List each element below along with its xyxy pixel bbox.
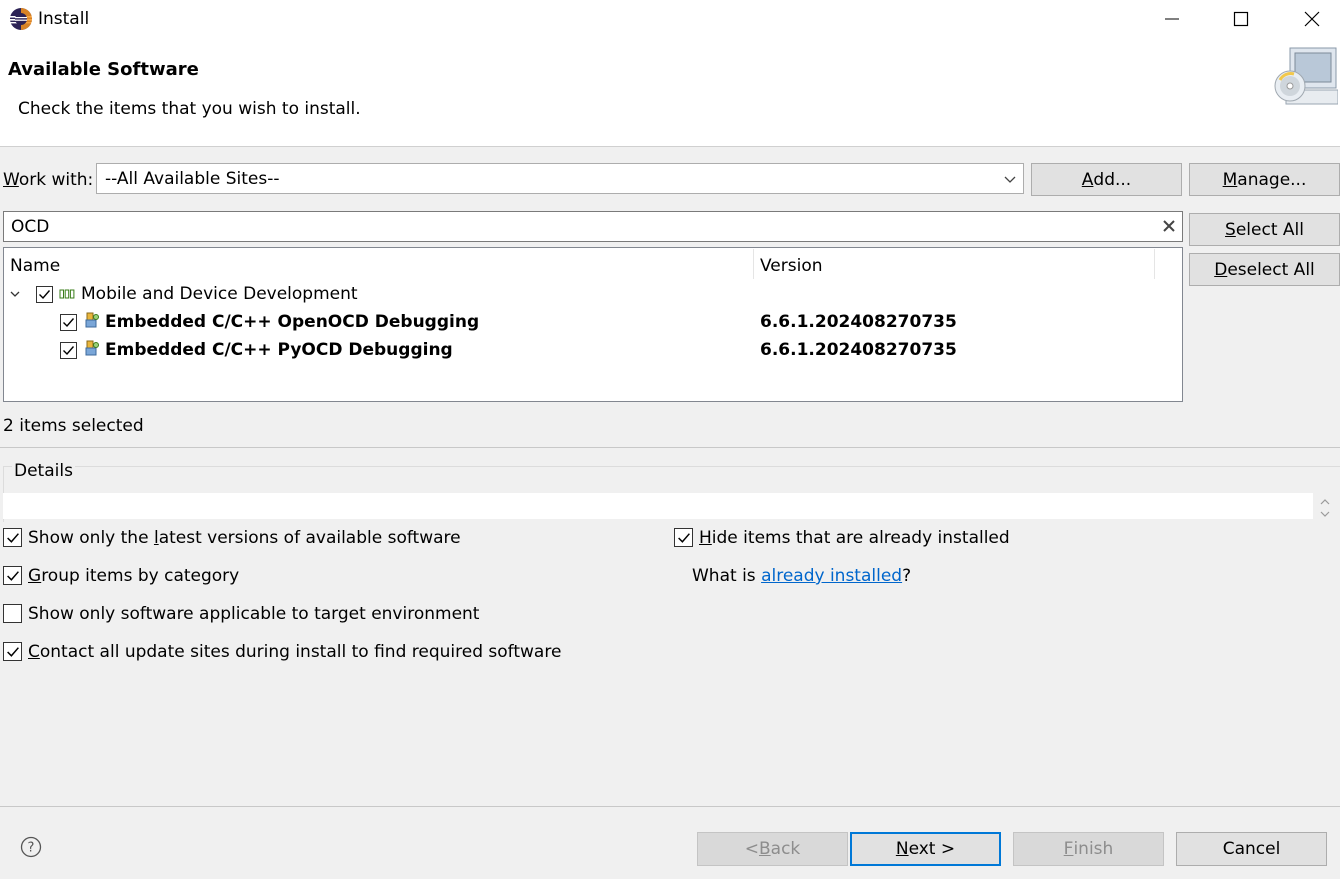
deselect-all-button[interactable]: Deselect All bbox=[1189, 253, 1340, 286]
option-label: Show only software applicable to target … bbox=[28, 604, 480, 624]
column-header-version[interactable]: Version bbox=[760, 256, 823, 276]
page-description: Check the items that you wish to install… bbox=[18, 99, 361, 119]
work-with-combo[interactable]: --All Available Sites-- bbox=[96, 163, 1024, 194]
back-button[interactable]: < Back bbox=[697, 832, 848, 866]
selection-status: 2 items selected bbox=[3, 416, 144, 436]
wizard-header: Available Software Check the items that … bbox=[0, 38, 1340, 147]
plugin-icon bbox=[85, 312, 99, 328]
title-bar: Install bbox=[0, 0, 1340, 38]
footer-divider bbox=[0, 806, 1340, 807]
category-label: Mobile and Device Development bbox=[81, 284, 358, 304]
option-label: Hide items that are already installed bbox=[699, 528, 1010, 548]
tree-row-item[interactable]: Embedded C/C++ OpenOCD Debugging 6.6.1.2… bbox=[4, 308, 1180, 336]
maximize-icon bbox=[1233, 11, 1249, 27]
close-button[interactable] bbox=[1284, 0, 1340, 38]
checkmark-icon bbox=[63, 346, 75, 356]
checkmark-icon bbox=[677, 532, 690, 543]
chevron-down-icon[interactable] bbox=[9, 288, 21, 300]
software-tree[interactable]: Name Version Mobile and Device Developme… bbox=[3, 247, 1183, 402]
item-checkbox[interactable] bbox=[60, 314, 77, 331]
window-title: Install bbox=[38, 9, 90, 29]
close-icon bbox=[1304, 11, 1320, 27]
tree-row-category[interactable]: Mobile and Device Development bbox=[4, 280, 1180, 308]
already-installed-link[interactable]: already installed bbox=[761, 566, 902, 586]
already-installed-row: What is already installed? bbox=[692, 566, 911, 586]
work-with-value: --All Available Sites-- bbox=[105, 169, 280, 189]
question-mark-text: ? bbox=[902, 566, 912, 586]
checkbox[interactable] bbox=[3, 528, 22, 547]
option-label: Contact all update sites during install … bbox=[28, 642, 562, 662]
what-is-text: What is bbox=[692, 566, 762, 586]
plugin-icon bbox=[85, 340, 99, 356]
page-title: Available Software bbox=[8, 59, 199, 80]
checkmark-icon bbox=[63, 318, 75, 328]
column-header-name[interactable]: Name bbox=[10, 256, 60, 276]
item-version: 6.6.1.202408270735 bbox=[760, 312, 957, 332]
divider bbox=[0, 447, 1340, 448]
column-divider[interactable] bbox=[1154, 249, 1155, 279]
add-site-button[interactable]: Add... bbox=[1031, 163, 1182, 196]
checkbox[interactable] bbox=[3, 604, 22, 623]
cancel-button[interactable]: Cancel bbox=[1176, 832, 1327, 866]
clear-icon[interactable] bbox=[1162, 219, 1176, 233]
category-icon bbox=[59, 289, 75, 299]
checkbox[interactable] bbox=[3, 642, 22, 661]
item-name: Embedded C/C++ PyOCD Debugging bbox=[105, 340, 453, 360]
details-label: Details bbox=[12, 461, 75, 481]
manage-sites-button[interactable]: Manage... bbox=[1189, 163, 1340, 196]
minimize-icon bbox=[1165, 18, 1179, 20]
option-label: Group items by category bbox=[28, 566, 240, 586]
item-checkbox[interactable] bbox=[60, 342, 77, 359]
category-checkbox[interactable] bbox=[36, 286, 53, 303]
filter-value: OCD bbox=[11, 217, 50, 237]
scroll-arrows-icon[interactable] bbox=[1318, 495, 1332, 521]
finish-button[interactable]: Finish bbox=[1013, 832, 1164, 866]
item-version: 6.6.1.202408270735 bbox=[760, 340, 957, 360]
checkmark-icon bbox=[6, 646, 19, 657]
help-icon[interactable]: ? bbox=[20, 836, 42, 858]
option-label: Show only the latest versions of availab… bbox=[28, 528, 461, 548]
install-computer-icon bbox=[1274, 47, 1338, 105]
work-with-label: Work with: bbox=[3, 170, 94, 190]
details-text[interactable] bbox=[3, 493, 1313, 519]
eclipse-logo-icon bbox=[10, 8, 32, 30]
minimize-button[interactable] bbox=[1144, 0, 1200, 38]
maximize-button[interactable] bbox=[1213, 0, 1269, 38]
checkmark-icon bbox=[6, 532, 19, 543]
chevron-down-icon bbox=[1004, 176, 1016, 183]
checkbox[interactable] bbox=[3, 566, 22, 585]
checkbox[interactable] bbox=[674, 528, 693, 547]
filter-input[interactable]: OCD bbox=[3, 211, 1183, 242]
item-name: Embedded C/C++ OpenOCD Debugging bbox=[105, 312, 480, 332]
column-divider[interactable] bbox=[753, 249, 754, 279]
select-all-button[interactable]: Select All bbox=[1189, 213, 1340, 246]
next-button[interactable]: Next > bbox=[850, 832, 1001, 866]
checkmark-icon bbox=[39, 290, 51, 300]
tree-row-item[interactable]: Embedded C/C++ PyOCD Debugging 6.6.1.202… bbox=[4, 336, 1180, 364]
checkmark-icon bbox=[6, 570, 19, 581]
svg-text:?: ? bbox=[28, 841, 35, 856]
